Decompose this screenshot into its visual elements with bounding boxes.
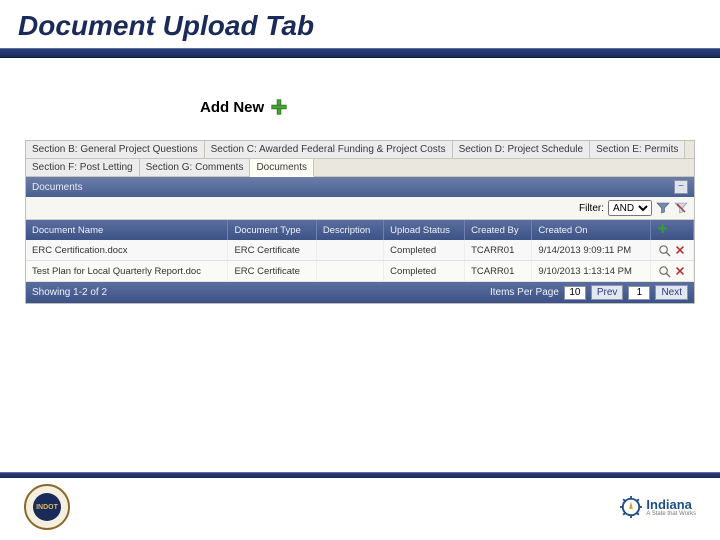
col-created-on[interactable]: Created On — [532, 220, 651, 240]
filter-clear-icon[interactable] — [674, 201, 688, 215]
gear-icon — [620, 496, 642, 518]
cell-on: 9/14/2013 9:09:11 PM — [532, 240, 651, 261]
cell-type: ERC Certificate — [228, 261, 316, 282]
col-document-type[interactable]: Document Type — [228, 220, 316, 240]
plus-icon[interactable] — [270, 98, 288, 116]
cell-on: 9/10/2013 1:13:14 PM — [532, 261, 651, 282]
cell-desc — [316, 240, 383, 261]
view-icon[interactable] — [657, 264, 671, 278]
pager-showing: Showing 1-2 of 2 — [32, 287, 107, 298]
view-icon[interactable] — [657, 243, 671, 257]
table-row[interactable]: Test Plan for Local Quarterly Report.doc… — [26, 261, 694, 282]
cell-type: ERC Certificate — [228, 240, 316, 261]
tab-documents[interactable]: Documents — [250, 159, 314, 177]
delete-icon[interactable] — [673, 243, 687, 257]
tab-section-e[interactable]: Section E: Permits — [590, 141, 685, 158]
collapse-button[interactable]: − — [674, 180, 688, 194]
pager-items-input[interactable] — [564, 286, 586, 300]
filter-label: Filter: — [579, 203, 604, 214]
documents-table: Document Name Document Type Description … — [26, 220, 694, 282]
pager-prev-button[interactable]: Prev — [591, 285, 624, 300]
section-title: Documents — [32, 182, 83, 193]
brand-name: Indiana — [646, 498, 696, 511]
filter-mode-select[interactable]: AND — [608, 200, 652, 216]
cell-by: TCARR01 — [465, 261, 532, 282]
cell-status: Completed — [384, 240, 465, 261]
col-created-by[interactable]: Created By — [465, 220, 532, 240]
tab-section-g[interactable]: Section G: Comments — [140, 159, 251, 176]
brand-tag: A State that Works — [646, 511, 696, 517]
footer: INDOT Indiana A State that Works — [0, 472, 720, 540]
tab-section-d[interactable]: Section D: Project Schedule — [453, 141, 591, 158]
pager-bar: Showing 1-2 of 2 Items Per Page Prev Nex… — [26, 282, 694, 303]
add-new-label: Add New — [200, 99, 264, 116]
cell-name: Test Plan for Local Quarterly Report.doc — [26, 261, 228, 282]
documents-panel: Section B: General Project Questions Sec… — [25, 140, 695, 304]
cell-desc — [316, 261, 383, 282]
col-document-name[interactable]: Document Name — [26, 220, 228, 240]
tabrow-2: Section F: Post Letting Section G: Comme… — [26, 159, 694, 177]
pager-next-button[interactable]: Next — [655, 285, 688, 300]
delete-icon[interactable] — [673, 264, 687, 278]
cell-by: TCARR01 — [465, 240, 532, 261]
cell-name: ERC Certification.docx — [26, 240, 228, 261]
filter-bar: Filter: AND — [26, 197, 694, 220]
cell-status: Completed — [384, 261, 465, 282]
page-title: Document Upload Tab — [0, 0, 720, 48]
col-description[interactable]: Description — [316, 220, 383, 240]
title-divider — [0, 48, 720, 58]
indiana-logo: Indiana A State that Works — [620, 496, 696, 518]
col-add[interactable] — [651, 220, 694, 240]
pager-items-label: Items Per Page — [490, 287, 559, 298]
table-row[interactable]: ERC Certification.docx ERC Certificate C… — [26, 240, 694, 261]
indot-seal-icon: INDOT — [24, 484, 70, 530]
add-new-control[interactable]: Add New — [200, 98, 720, 116]
tabrow-1: Section B: General Project Questions Sec… — [26, 141, 694, 159]
filter-apply-icon[interactable] — [656, 201, 670, 215]
tab-section-b[interactable]: Section B: General Project Questions — [26, 141, 205, 158]
col-upload-status[interactable]: Upload Status — [384, 220, 465, 240]
tab-section-f[interactable]: Section F: Post Letting — [26, 159, 140, 176]
pager-page-input[interactable] — [628, 286, 650, 300]
section-header: Documents − — [26, 177, 694, 197]
tab-section-c[interactable]: Section C: Awarded Federal Funding & Pro… — [205, 141, 453, 158]
